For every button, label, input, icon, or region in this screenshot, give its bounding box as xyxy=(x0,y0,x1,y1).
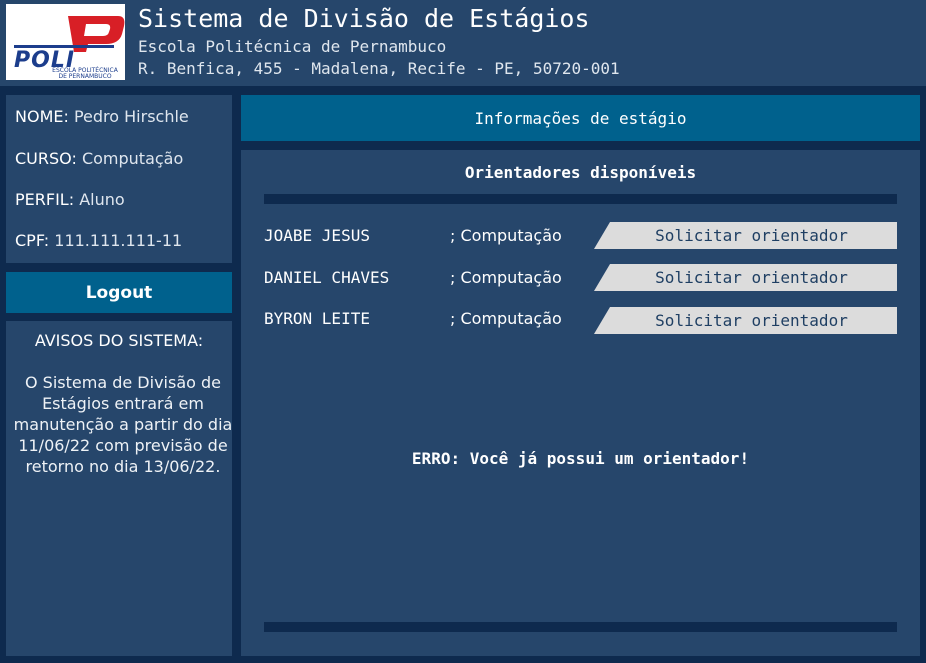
system-notices-panel: AVISOS DO SISTEMA: O Sistema de Divisão … xyxy=(6,321,232,656)
user-name: NOME: Pedro Hirschle xyxy=(15,107,189,126)
logo-subtitle-2: DE PERNAMBUCO xyxy=(58,73,112,80)
notices-body: O Sistema de Divisão de Estágios entrará… xyxy=(13,373,233,476)
user-cpf-label: CPF: xyxy=(15,231,50,250)
advisor-name: BYRON LEITE xyxy=(264,309,370,328)
advisor-course: ; Computação xyxy=(450,309,562,328)
advisor-row: BYRON LEITE ; Computação Solicitar orien… xyxy=(264,307,897,334)
user-cpf-value: 111.111.111-11 xyxy=(54,231,183,250)
address: R. Benfica, 455 - Madalena, Recife - PE,… xyxy=(138,59,620,78)
advisor-name: DANIEL CHAVES xyxy=(264,268,390,287)
page-title: Sistema de Divisão de Estágios xyxy=(138,4,590,33)
request-advisor-button[interactable]: Solicitar orientador xyxy=(594,264,897,291)
internship-info-label: Informações de estágio xyxy=(474,108,687,128)
user-profile-value: Aluno xyxy=(79,190,125,209)
request-advisor-button[interactable]: Solicitar orientador xyxy=(594,222,897,249)
request-advisor-label: Solicitar orientador xyxy=(655,268,848,287)
advisor-row: DANIEL CHAVES ; Computação Solicitar ori… xyxy=(264,264,897,291)
advisor-course: ; Computação xyxy=(450,268,562,287)
user-profile: PERFIL: Aluno xyxy=(15,190,125,209)
advisor-name: JOABE JESUS xyxy=(264,226,370,245)
internship-info-tab[interactable]: Informações de estágio xyxy=(241,95,920,141)
user-name-label: NOME: xyxy=(15,107,69,126)
header: POLI ESCOLA POLITÉCNICA DE PERNAMBUCO Si… xyxy=(0,0,926,86)
advisors-title: Orientadores disponíveis xyxy=(464,163,697,182)
notices-title: AVISOS DO SISTEMA: xyxy=(34,331,204,350)
advisors-panel: Orientadores disponíveis JOABE JESUS ; C… xyxy=(241,150,920,656)
user-course-label: CURSO: xyxy=(15,149,77,168)
logout-button[interactable]: Logout xyxy=(6,272,232,313)
page-subtitle: Escola Politécnica de Pernambuco xyxy=(138,37,447,56)
user-cpf: CPF: 111.111.111-11 xyxy=(15,231,182,250)
user-profile-label: PERFIL: xyxy=(15,190,75,209)
request-advisor-button[interactable]: Solicitar orientador xyxy=(594,307,897,334)
user-course-value: Computação xyxy=(81,149,184,168)
user-info-panel: NOME: Pedro Hirschle CURSO: Computação P… xyxy=(6,95,232,263)
divider-top xyxy=(264,194,897,204)
error-message: ERRO: Você já possui um orientador! xyxy=(411,449,750,468)
divider-bottom xyxy=(264,622,897,632)
request-advisor-label: Solicitar orientador xyxy=(655,311,848,330)
user-course: CURSO: Computação xyxy=(15,149,183,168)
request-advisor-label: Solicitar orientador xyxy=(655,226,848,245)
user-name-value: Pedro Hirschle xyxy=(73,107,189,126)
advisor-course: ; Computação xyxy=(450,226,562,245)
poli-logo: POLI ESCOLA POLITÉCNICA DE PERNAMBUCO xyxy=(6,4,125,80)
advisor-row: JOABE JESUS ; Computação Solicitar orien… xyxy=(264,222,897,249)
